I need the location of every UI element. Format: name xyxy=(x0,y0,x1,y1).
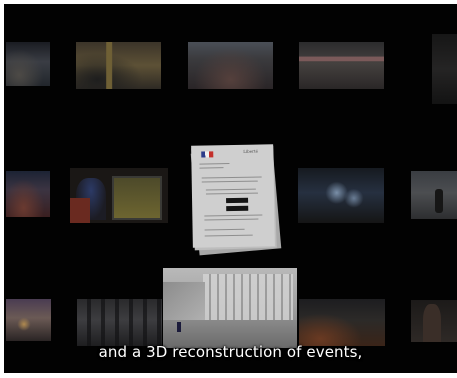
thumb-riverside-person xyxy=(411,171,457,219)
document-logo-text: Liberté xyxy=(243,148,259,154)
video-frame: Liberté and a 3D reconstruction of event… xyxy=(4,4,457,373)
thumb-edge-right-top xyxy=(432,34,457,104)
thumb-dusk-street xyxy=(6,299,51,341)
thumb-protest-banners xyxy=(299,42,384,89)
thumb-screen-monitor xyxy=(70,168,168,223)
document-page-front: Liberté xyxy=(191,144,275,248)
video-subtitle: and a 3D reconstruction of events, xyxy=(98,343,363,361)
document-stack: Liberté xyxy=(189,144,282,256)
thumb-crowd-street-1 xyxy=(6,42,50,86)
thumb-3d-reconstruction xyxy=(163,268,297,348)
thumb-protest-crowd-1 xyxy=(188,42,273,89)
thumb-night-lights xyxy=(298,168,384,223)
thumb-night-crowd-bottom xyxy=(299,299,385,346)
redaction-bar xyxy=(226,205,249,212)
french-flag-logo xyxy=(201,151,214,158)
redaction-bar xyxy=(226,197,249,204)
thumb-edge-right-bottom xyxy=(411,300,457,342)
thumb-bikes-building xyxy=(76,42,161,89)
thumb-crowd-night-left xyxy=(6,171,50,217)
thumb-police-line xyxy=(77,299,162,346)
